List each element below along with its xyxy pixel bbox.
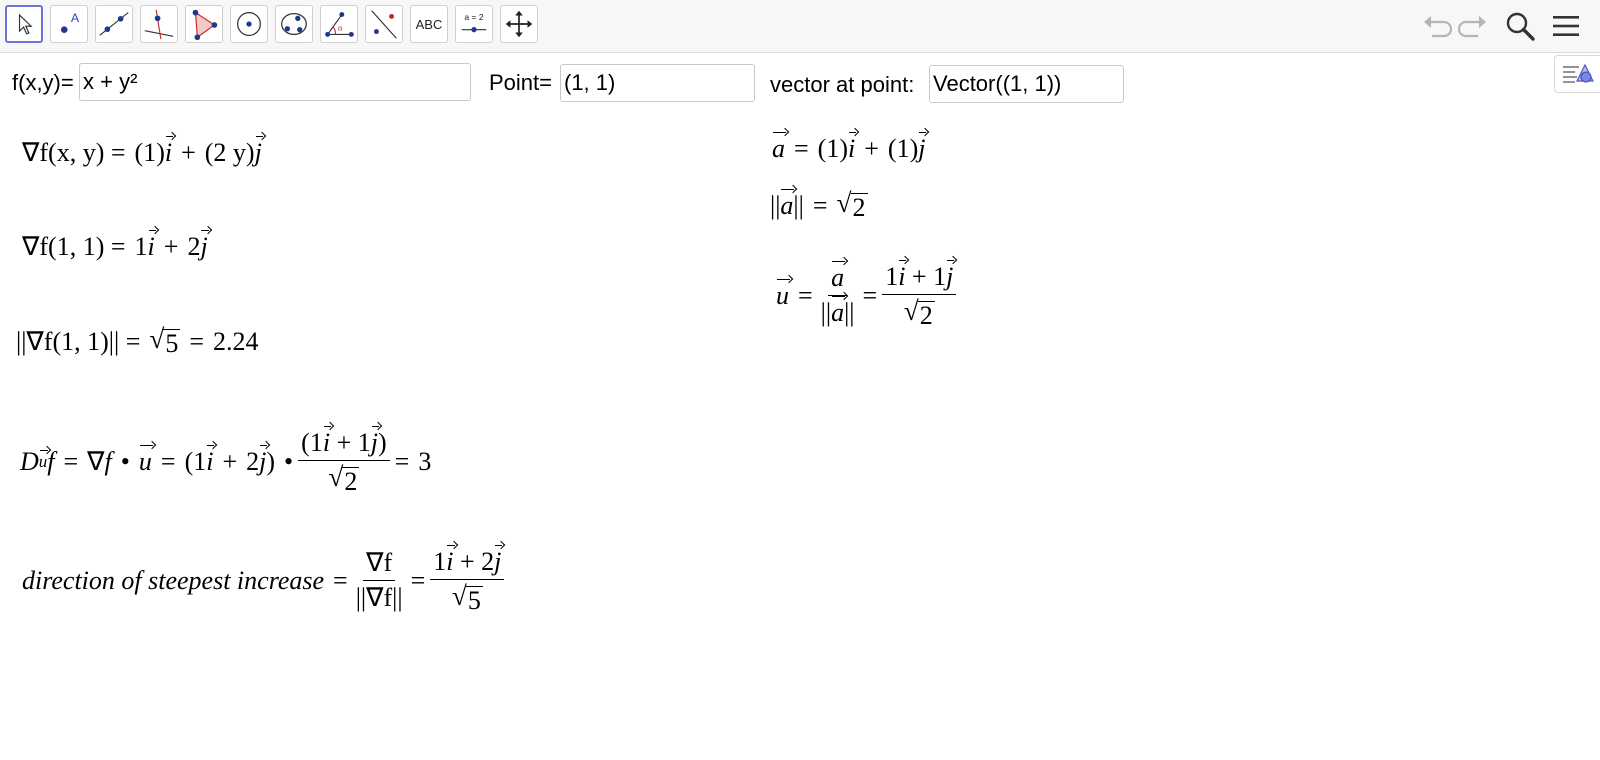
dd-frac-num-i: (1 <box>301 428 323 457</box>
steepest-increase-text: direction of steepest increase <box>22 565 325 595</box>
redo-icon <box>1457 16 1486 38</box>
gradient-point-coef-j: 2 <box>187 232 201 261</box>
vector-a-coef-i: (1) <box>817 134 848 163</box>
gradient-point-plus: + <box>163 232 179 261</box>
vector-input-label: vector at point: <box>770 72 915 97</box>
toolbar: A α ABC a = 2 <box>0 0 1600 53</box>
steepest-increase-formula: direction of steepest increase = ∇f ||∇f|… <box>22 545 509 615</box>
polygon-icon <box>192 9 218 41</box>
point-icon: A <box>60 11 80 33</box>
menu-icon <box>1553 16 1579 36</box>
unit-vector-symbol: u <box>776 278 790 310</box>
steepest-num2-i: 1 <box>433 547 447 576</box>
vector-a-coef-j: (1) <box>887 134 919 163</box>
style-bar-toggle[interactable] <box>1554 55 1600 93</box>
slider-icon: a = 2 <box>461 12 487 33</box>
function-input[interactable] <box>79 63 471 101</box>
unit-vector-fraction-2: 1i + 1j √ 2 <box>882 260 957 330</box>
steepest-den: ||∇f|| <box>355 583 403 613</box>
gradient-norm-radicand: 5 <box>163 329 181 358</box>
move-arrows-icon <box>505 10 533 38</box>
search-button[interactable] <box>1503 9 1537 43</box>
steepest-num: ∇f <box>363 548 396 582</box>
graphics-style-icon <box>1563 63 1594 83</box>
angle-icon: α <box>325 12 354 37</box>
sqrt-symbol: √ 5 <box>149 324 181 358</box>
text-tool-button[interactable]: ABC <box>410 5 448 43</box>
directional-derivative-value: 3 <box>418 446 432 476</box>
slider-tool-label: a = 2 <box>464 12 483 22</box>
steepest-num2-plus: + 2 <box>460 547 495 576</box>
ellipse-icon <box>281 12 307 36</box>
gradient-general-formula: ∇f(x, y) = (1) i + (2 y) j <box>22 136 264 167</box>
move-tool-button[interactable] <box>5 5 43 43</box>
vector-a-symbol: a <box>772 132 786 163</box>
norm-a-radicand: 2 <box>850 193 868 222</box>
gradient-norm-eq: = <box>189 326 205 356</box>
norm-a-formula: || a || = √ 2 <box>770 188 868 222</box>
circle-icon <box>237 12 261 36</box>
line-icon <box>99 12 129 36</box>
gradient-general-coef-j: (2 y) <box>204 138 255 167</box>
slider-tool-button[interactable]: a = 2 <box>455 5 493 43</box>
text-tool-label: ABC <box>415 16 443 32</box>
steepest-fraction-1: ∇f ||∇f|| <box>353 548 406 613</box>
angle-tool-letter: α <box>338 23 343 33</box>
undo-button[interactable] <box>1420 9 1454 43</box>
point-input[interactable] <box>560 64 755 102</box>
move-graphics-view-tool-button[interactable] <box>500 5 538 43</box>
cursor-arrow-icon <box>18 13 33 35</box>
gradient-general-plus: + <box>181 138 196 167</box>
gradient-norm-lhs: ||∇f(1, 1)|| = <box>16 326 141 356</box>
function-input-label: f(x,y)= <box>12 70 74 95</box>
reflect-about-line-icon <box>371 10 397 39</box>
vector-a-formula: a = (1) i + (1) j <box>772 132 927 163</box>
dd-frac-num-plus: + 1 <box>336 428 371 457</box>
gradient-point-coef-i: 1 <box>134 232 148 261</box>
perpendicular-line-tool-button[interactable] <box>140 5 178 43</box>
dd-frac-den-radicand: 2 <box>342 466 360 496</box>
unit-den-radicand: 2 <box>917 300 935 330</box>
unit-vector-fraction: (1i + 1j) √ 2 <box>298 426 390 496</box>
gradient-general-coef-i: (1) <box>134 138 165 167</box>
unit-num-plus: + 1 <box>911 262 947 291</box>
search-icon <box>1506 12 1535 41</box>
angle-tool-button[interactable]: α <box>320 5 358 43</box>
gradient-norm-value: 2.24 <box>213 326 259 356</box>
unit-num-i: 1 <box>885 262 899 291</box>
redo-button[interactable] <box>1456 9 1490 43</box>
steepest-den2-radicand: 5 <box>465 585 483 615</box>
point-input-label: Point= <box>489 70 552 95</box>
gradient-at-point-formula: ∇f(1, 1) = 1i + 2j <box>22 230 209 261</box>
polygon-tool-button[interactable] <box>185 5 223 43</box>
vector-a-plus: + <box>864 134 879 163</box>
point-tool-letter: A <box>71 11 80 25</box>
directional-derivative-symbol: D <box>20 446 39 476</box>
gradient-point-lhs: ∇f(1, 1) = <box>22 232 126 261</box>
undo-icon <box>1424 16 1453 38</box>
reflect-tool-button[interactable] <box>365 5 403 43</box>
circle-tool-button[interactable] <box>230 5 268 43</box>
line-tool-button[interactable] <box>95 5 133 43</box>
point-tool-button[interactable]: A <box>50 5 88 43</box>
steepest-fraction-2: 1i + 2j √ 5 <box>430 545 505 615</box>
directional-derivative-formula: Du f = ∇ f • u = (1 i +2 j) • (1i + 1j) √ 2 = 3 <box>20 426 432 496</box>
unit-vector-fraction-1: a ||a|| <box>820 261 855 328</box>
gradient-norm-formula: ||∇f(1, 1)|| = √ 5 = 2.24 <box>16 324 259 358</box>
perpendicular-line-icon <box>144 9 174 40</box>
unit-vector-formula: u = a ||a|| = 1i + 1j √ 2 <box>776 260 961 330</box>
main-menu-button[interactable] <box>1549 9 1583 43</box>
ellipse-tool-button[interactable] <box>275 5 313 43</box>
vector-input[interactable] <box>929 65 1124 103</box>
gradient-general-lhs: ∇f(x, y) = <box>22 138 126 167</box>
